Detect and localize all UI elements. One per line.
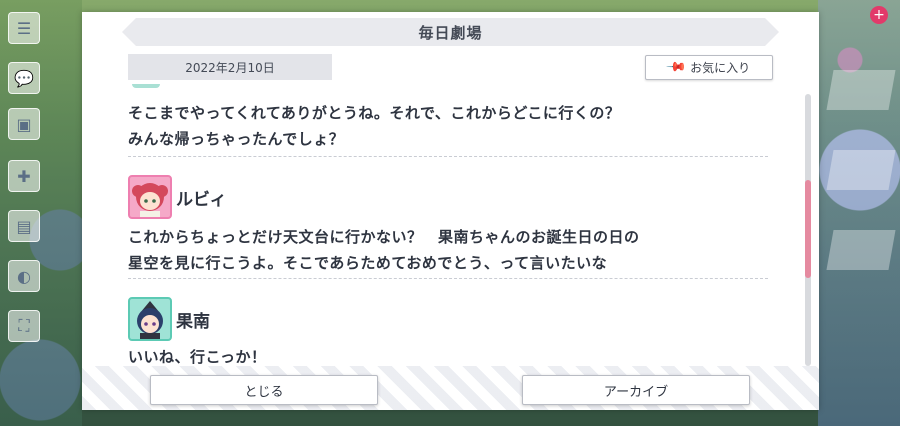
dialog-title: 毎日劇場	[418, 23, 483, 42]
menu-icon[interactable]: ☰	[8, 12, 40, 44]
scrollbar-thumb[interactable]	[805, 180, 811, 278]
ruby-avatar	[128, 175, 172, 219]
dialogue-line: これからちょっとだけ天文台に行かない？ 果南ちゃんのお誕生日の日の	[128, 228, 640, 246]
dialog-title-bar: 毎日劇場	[122, 18, 779, 46]
dialogue-entry: そこまでやってくれてありがとうね。それで、これからどこに行くの？ みんな帰っちゃ…	[128, 100, 773, 152]
kanan-avatar	[128, 297, 172, 341]
dialogue-line: そこまでやってくれてありがとうね。それで、これからどこに行くの？	[128, 104, 621, 122]
watering-can-icon[interactable]: ◐	[8, 260, 40, 292]
entry-divider	[128, 156, 768, 157]
entry-divider	[128, 278, 768, 279]
speaker-row: 果南	[128, 296, 210, 342]
fullscreen-icon[interactable]: ⛶	[8, 310, 40, 342]
right-decor-panel	[826, 150, 896, 190]
log-scrollbar[interactable]	[805, 94, 811, 366]
screen-icon[interactable]: ▤	[8, 210, 40, 242]
right-decor-panel	[826, 230, 896, 270]
dialogue-log[interactable]: そこまでやってくれてありがとうね。それで、これからどこに行くの？ みんな帰っちゃ…	[128, 84, 773, 370]
dialogue-line: 星空を見に行こうよ。そこであらためておめでとう、って言いたいな	[128, 254, 608, 272]
pin-icon: 📌	[664, 56, 688, 79]
daily-theater-dialog: 毎日劇場 2022年2月10日 📌 お気に入り そこまでやってくれてありがとうね…	[82, 12, 819, 410]
speaker-name: ルビィ	[176, 189, 227, 210]
add-currency-button[interactable]: +	[870, 6, 888, 24]
favorite-button-label: お気に入り	[690, 61, 751, 75]
favorite-button[interactable]: 📌 お気に入り	[645, 55, 773, 80]
chat-icon[interactable]: 💬	[8, 62, 40, 94]
date-label: 2022年2月10日	[128, 54, 332, 80]
gift-icon[interactable]: ✚	[8, 160, 40, 192]
speaker-name: 果南	[176, 311, 210, 332]
dialogue-entry: これからちょっとだけ天文台に行かない？ 果南ちゃんのお誕生日の日の 星空を見に行…	[128, 224, 773, 276]
right-background-panel	[818, 0, 900, 426]
archive-button[interactable]: アーカイブ	[522, 375, 750, 405]
camera-icon[interactable]: ▣	[8, 108, 40, 140]
close-button[interactable]: とじる	[150, 375, 378, 405]
dialogue-line: みんな帰っちゃったんでしょ？	[128, 130, 345, 148]
speaker-row: ルビィ	[128, 174, 227, 220]
partial-avatar	[132, 84, 160, 88]
right-decor-panel	[826, 70, 896, 110]
